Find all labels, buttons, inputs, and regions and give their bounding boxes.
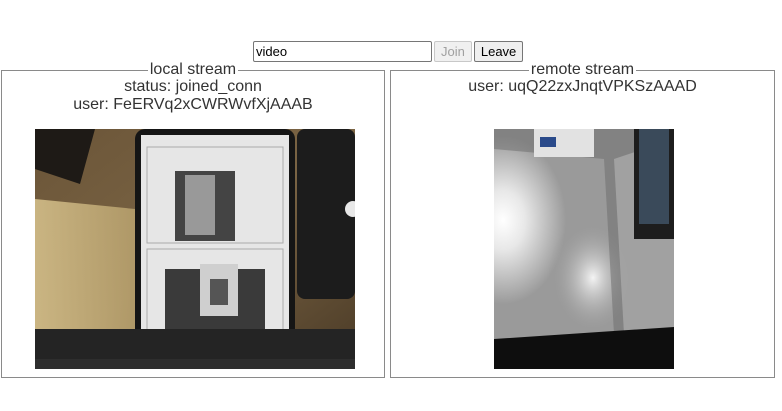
- local-stream-panel: local stream status: joined_conn user: F…: [1, 62, 385, 378]
- local-video: [35, 129, 355, 369]
- local-status: status: joined_conn: [124, 78, 262, 95]
- local-video-frame: [35, 129, 355, 369]
- remote-stream-legend: remote stream: [530, 61, 635, 78]
- leave-button[interactable]: Leave: [473, 41, 524, 62]
- remote-video: [494, 129, 674, 369]
- remote-stream-panel: remote stream user: uqQ22zxJnqtVPKSzAAAD: [390, 62, 775, 378]
- remote-video-frame: [494, 129, 674, 369]
- room-input[interactable]: [253, 41, 432, 62]
- local-user-id: user: FeERVq2xCWRWvfXjAAAB: [73, 96, 313, 113]
- join-button[interactable]: Join: [434, 41, 472, 62]
- remote-user-id: user: uqQ22zxJnqtVPKSzAAAD: [468, 78, 697, 95]
- local-stream-legend: local stream: [149, 61, 237, 78]
- room-controls: Join Leave: [253, 41, 524, 62]
